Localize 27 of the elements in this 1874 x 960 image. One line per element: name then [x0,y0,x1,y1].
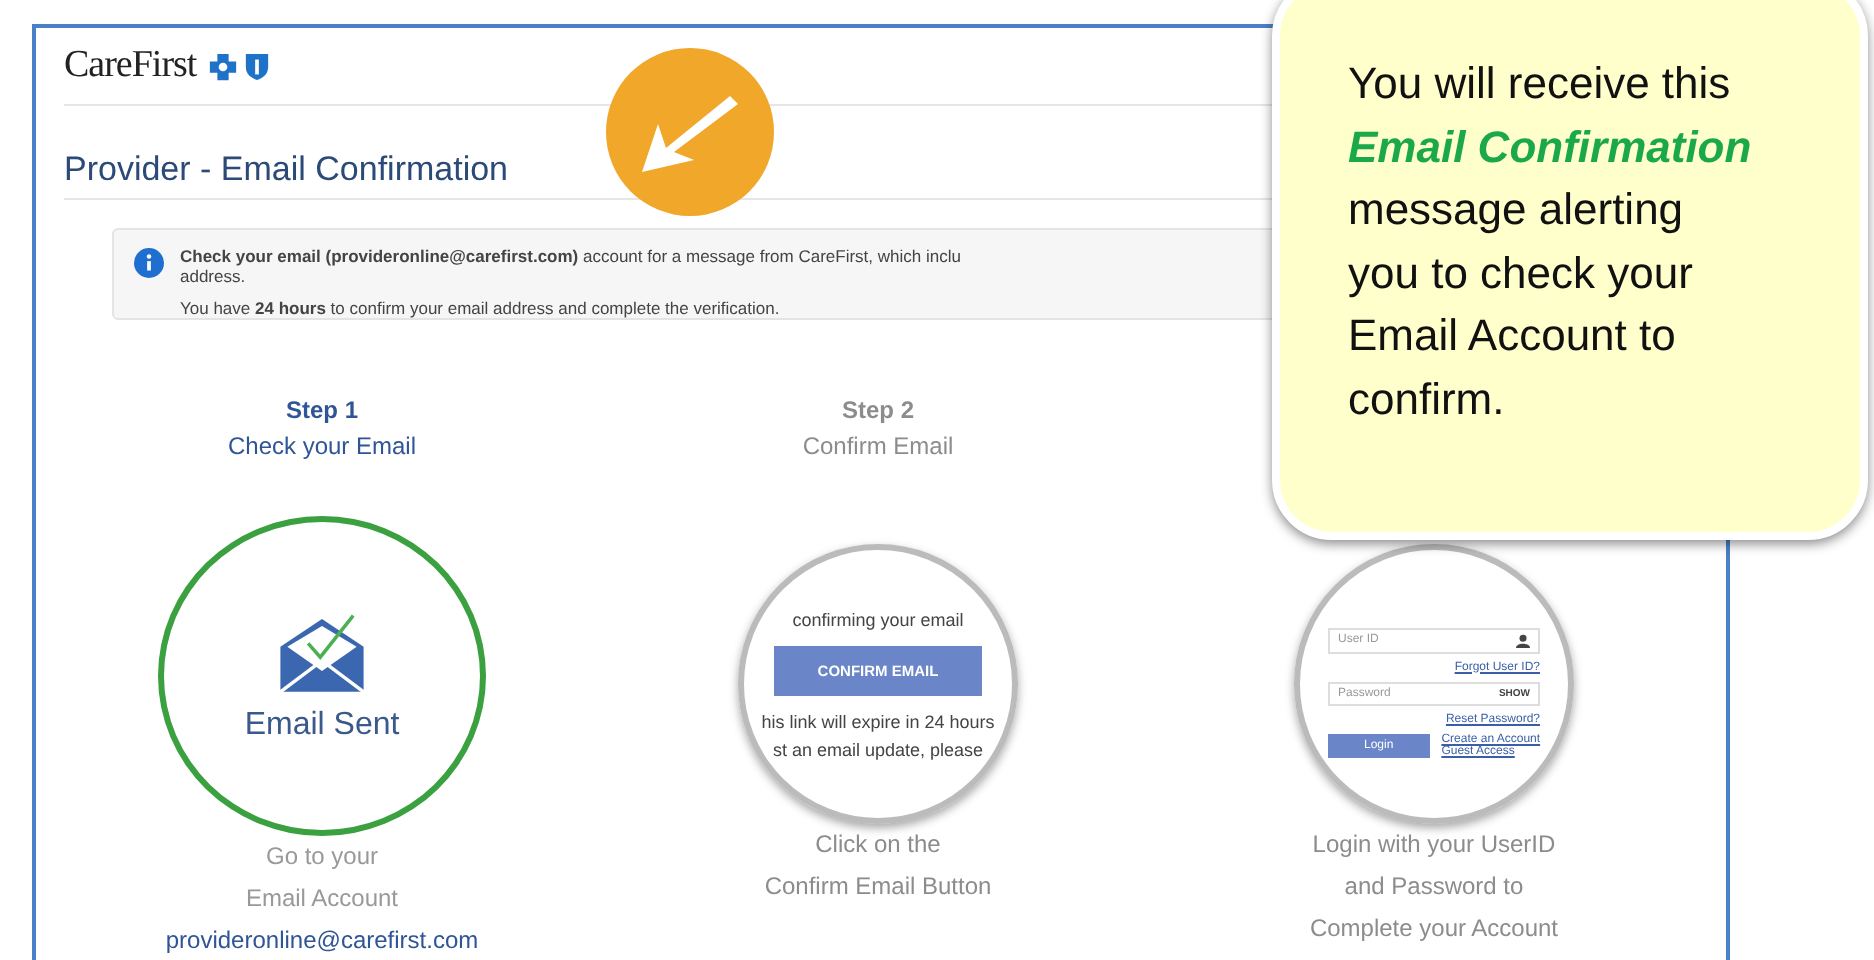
logo-text: CareFirst [64,44,197,88]
step-description: and Password to [1344,870,1524,904]
info-icon [134,248,164,278]
shield-logo-icon [244,51,271,81]
step-description: Confirm Email Button [764,870,992,904]
step-description: Complete your Account [1309,912,1559,946]
notice-text: You have 24 hours to confirm your email address and complete the verification. [180,298,782,318]
step-subtitle: Confirm Email [802,430,954,464]
user-icon [1516,633,1530,647]
circle-label: Email Sent [244,708,400,744]
step-title: Step 2 [841,394,914,428]
page-title: Provider - Email Confirmation [64,150,511,190]
step-description: Click on the [815,828,941,862]
preview-text: st an email update, please [772,739,984,759]
cross-logo-icon [208,51,239,81]
email-link[interactable]: provideronline@carefirst.com [165,920,479,960]
preview-text: confirming your email [792,609,964,629]
arrow-pointer-icon [606,48,774,216]
step-description: Login with your UserID [1312,828,1556,862]
step-description: Email Account [245,882,399,916]
notice-text: address. [180,266,248,286]
step-subtitle: Check your Email [227,430,417,464]
step-title: Step 1 [285,394,358,428]
step-description: Go to your [265,840,379,874]
callout-text: You will receive this Email Confirmation message alerting you to check your Email Account to confirm. [1348,56,1754,427]
preview-text: his link will expire in 24 hours [761,711,995,731]
notice-text: Check your email (provideronline@carefirst.com) account for a message from CareFirst, which inclu [180,246,961,266]
